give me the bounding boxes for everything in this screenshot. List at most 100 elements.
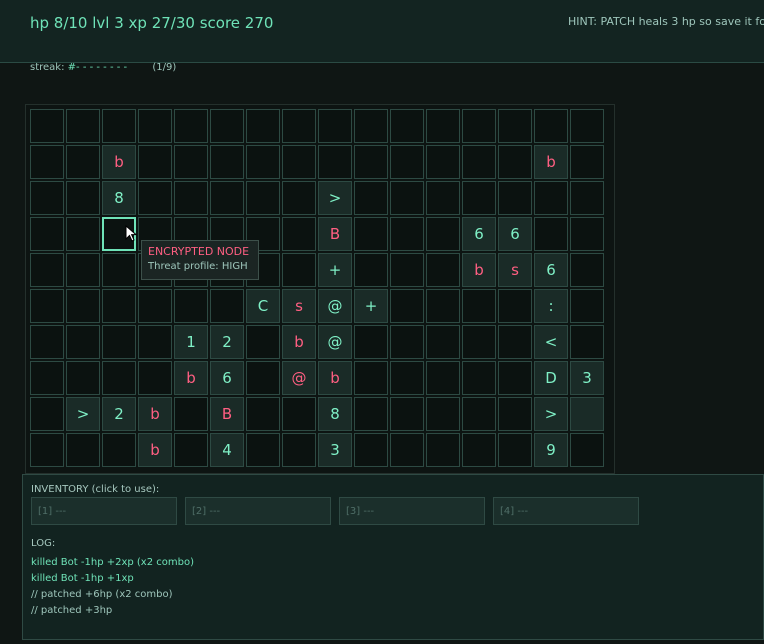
grid-cell-empty[interactable] xyxy=(174,433,208,467)
grid-cell-empty[interactable] xyxy=(318,109,352,143)
grid-cell-empty[interactable] xyxy=(66,361,100,395)
grid-cell-empty[interactable] xyxy=(534,109,568,143)
grid-cell-empty[interactable] xyxy=(426,289,460,323)
grid-cell-empty[interactable] xyxy=(210,109,244,143)
grid-tile[interactable]: 3 xyxy=(318,433,352,467)
grid-cell-empty[interactable] xyxy=(30,325,64,359)
grid-cell-empty[interactable] xyxy=(426,109,460,143)
grid-cell-empty[interactable] xyxy=(354,253,388,287)
grid-cell-empty[interactable] xyxy=(354,361,388,395)
grid-cell-empty[interactable] xyxy=(174,181,208,215)
grid-tile[interactable]: B xyxy=(318,217,352,251)
grid-tile[interactable]: b xyxy=(282,325,316,359)
grid-cell-empty[interactable] xyxy=(138,289,172,323)
grid-tile[interactable]: b xyxy=(318,361,352,395)
game-grid[interactable]: b b 8 > B 6 6 + b s 6 Cs @ +:1 2 b @ < b 6 @ b D 3 >2 b B 8 > b 4 3 9 xyxy=(30,109,604,467)
grid-cell-empty[interactable] xyxy=(210,289,244,323)
grid-cell-empty[interactable] xyxy=(354,145,388,179)
grid-tile[interactable]: 4 xyxy=(210,433,244,467)
inventory-slot-1[interactable]: [1] --- xyxy=(31,497,177,525)
grid-cell-empty[interactable] xyxy=(390,397,424,431)
grid-cell-empty[interactable] xyxy=(282,433,316,467)
grid-cell-empty[interactable] xyxy=(30,433,64,467)
grid-tile[interactable]: 8 xyxy=(318,397,352,431)
grid-cell-empty[interactable] xyxy=(246,397,280,431)
grid-tile[interactable]: 3 xyxy=(570,361,604,395)
grid-cell-empty[interactable] xyxy=(318,145,352,179)
grid-cell-empty[interactable] xyxy=(246,361,280,395)
grid-cell-empty[interactable] xyxy=(102,289,136,323)
grid-tile[interactable]: 6 xyxy=(210,361,244,395)
grid-cell-empty[interactable] xyxy=(210,145,244,179)
grid-cell-empty[interactable] xyxy=(30,217,64,251)
grid-cell-empty[interactable] xyxy=(426,361,460,395)
grid-cell-empty[interactable] xyxy=(570,325,604,359)
grid-tile[interactable]: > xyxy=(66,397,100,431)
grid-cell-empty[interactable] xyxy=(426,145,460,179)
grid-cell-empty[interactable] xyxy=(390,217,424,251)
grid-cell-empty[interactable] xyxy=(462,397,496,431)
grid-cell-empty[interactable] xyxy=(30,109,64,143)
grid-tile[interactable]: 8 xyxy=(102,181,136,215)
grid-tile[interactable]: D xyxy=(534,361,568,395)
grid-cell-empty[interactable] xyxy=(426,397,460,431)
grid-cell-empty[interactable] xyxy=(30,361,64,395)
grid-tile[interactable]: 6 xyxy=(534,253,568,287)
grid-cell-empty[interactable] xyxy=(354,325,388,359)
grid-tile[interactable]: > xyxy=(318,181,352,215)
grid-tile[interactable]: + xyxy=(354,289,388,323)
grid-cell-empty[interactable] xyxy=(426,253,460,287)
grid-cell-empty[interactable] xyxy=(570,109,604,143)
grid-cell-empty[interactable] xyxy=(246,145,280,179)
grid-cell-empty[interactable] xyxy=(390,181,424,215)
grid-cell-empty[interactable] xyxy=(282,217,316,251)
grid-cell-empty[interactable] xyxy=(30,181,64,215)
grid-cell-empty[interactable] xyxy=(390,325,424,359)
grid-cell-empty[interactable] xyxy=(462,325,496,359)
grid-cell-empty[interactable] xyxy=(534,217,568,251)
grid-cell-empty[interactable] xyxy=(462,145,496,179)
grid-cell-empty[interactable] xyxy=(570,217,604,251)
grid-cell-empty[interactable] xyxy=(282,145,316,179)
grid-tile[interactable]: : xyxy=(534,289,568,323)
grid-cell-empty[interactable] xyxy=(30,253,64,287)
grid-tile[interactable]: b xyxy=(102,145,136,179)
grid-cell-empty[interactable] xyxy=(498,361,532,395)
grid-cell-empty[interactable] xyxy=(354,433,388,467)
grid-tile[interactable]: 2 xyxy=(210,325,244,359)
grid-cell-empty[interactable] xyxy=(390,433,424,467)
grid-cell-empty[interactable] xyxy=(174,397,208,431)
grid-cell-empty[interactable] xyxy=(390,289,424,323)
grid-cell-empty[interactable] xyxy=(66,433,100,467)
grid-cell-empty[interactable] xyxy=(66,217,100,251)
grid-cell-empty[interactable] xyxy=(570,433,604,467)
grid-tile[interactable]: b xyxy=(174,361,208,395)
grid-tile[interactable] xyxy=(570,397,604,431)
grid-cell-empty[interactable] xyxy=(138,181,172,215)
grid-tile[interactable]: @ xyxy=(318,325,352,359)
grid-cell-empty[interactable] xyxy=(66,109,100,143)
grid-cell-empty[interactable] xyxy=(102,253,136,287)
grid-cell-empty[interactable] xyxy=(210,181,244,215)
grid-tile[interactable]: s xyxy=(282,289,316,323)
grid-cell-empty[interactable] xyxy=(174,289,208,323)
grid-cell-empty[interactable] xyxy=(426,217,460,251)
grid-tile[interactable]: @ xyxy=(282,361,316,395)
grid-cell-empty[interactable] xyxy=(30,397,64,431)
grid-cell-empty[interactable] xyxy=(246,109,280,143)
grid-cell-empty[interactable] xyxy=(498,109,532,143)
grid-tile[interactable]: b xyxy=(534,145,568,179)
grid-cell-empty[interactable] xyxy=(102,433,136,467)
grid-cell-empty[interactable] xyxy=(462,109,496,143)
grid-cell-empty[interactable] xyxy=(354,181,388,215)
grid-tile[interactable]: B xyxy=(210,397,244,431)
grid-cell-empty[interactable] xyxy=(426,433,460,467)
grid-cell-empty[interactable] xyxy=(102,325,136,359)
grid-tile[interactable]: b xyxy=(138,397,172,431)
grid-cell-empty[interactable] xyxy=(426,325,460,359)
grid-tile[interactable]: 6 xyxy=(462,217,496,251)
grid-cell-empty[interactable] xyxy=(282,397,316,431)
grid-cell-empty[interactable] xyxy=(30,289,64,323)
grid-cell-empty[interactable] xyxy=(246,433,280,467)
grid-tile[interactable]: @ xyxy=(318,289,352,323)
